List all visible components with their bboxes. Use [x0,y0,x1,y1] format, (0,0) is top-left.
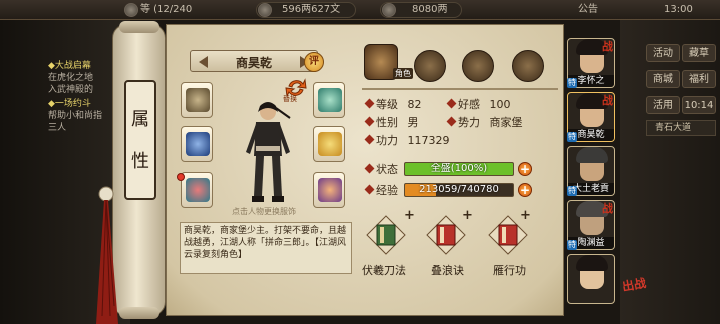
quest-title: 一场约斗 [54,99,91,109]
shop-button[interactable]: 商城 [646,70,680,88]
stat-faction: 势力 商家堡 [446,116,523,130]
gloves-icon [186,88,210,112]
gold-icon [382,3,396,17]
status-label: 状态 [364,163,398,177]
diamond-icon [364,163,375,174]
roster-portrait[interactable] [567,254,615,304]
rarity-badge: 特 [567,132,577,142]
equip-slot-gloves[interactable] [181,82,213,118]
clock: 13:00 [664,4,693,15]
exp-bar: 213059/740780 [404,183,514,197]
taiji-tab-icon[interactable] [462,50,494,82]
boots-icon [318,178,342,202]
event-button[interactable]: 活用 [646,96,680,114]
character-name: 商昊乾 [235,56,272,70]
character-description: 商昊乾，商家堡少主。打架不要命，且越战越勇，江湖人称「拼命三郎」。【江湖风云录复… [180,222,352,274]
equip-slot-boots[interactable] [313,172,345,208]
rarity-badge: 特 [567,186,577,196]
skill-name: 伏羲刀法 [362,264,406,277]
headband-icon [318,88,342,112]
quest-line: 在虎化之地 [48,73,94,83]
evaluate-button[interactable]: 评 [304,52,324,72]
diamond-icon [364,98,375,109]
quest-line: 三人 [48,123,67,133]
diamond-icon [446,98,457,109]
skill-name: 叠浪诀 [431,264,464,277]
outfit-hint: 点击人物更换服饰 [232,207,296,216]
equip-slot-accessory[interactable] [181,172,213,208]
battle-mark: 战 [602,94,613,107]
equip-slot-armor[interactable] [313,126,345,162]
stat-favor: 好感 100 [446,98,511,112]
rarity-badge: 特 [567,240,577,250]
upgrade-dot [177,173,185,181]
scroll-cap-top [119,21,159,33]
coin-icon [258,3,272,17]
meridian-tab-icon[interactable] [512,50,544,82]
stat-power: 功力 117329 [364,134,450,148]
quest-line: 入武神殿的 [48,85,94,95]
quest-line: 帮助小和尚指 [48,111,103,121]
character-tab-badge: 角色 [393,68,413,79]
divider [362,88,558,90]
level-text: 等 (12/240 [140,4,193,15]
skill-book-icon[interactable] [426,215,466,255]
robe-icon [318,132,342,156]
battle-mark: 战 [602,40,613,53]
battle-mark: 战 [602,202,613,215]
rarity-badge: 特 [567,78,577,88]
event-timer: 10:14 [682,96,716,114]
diamond-icon [364,134,375,145]
scroll-tab-icon[interactable] [414,50,446,82]
attr-char-2: 性 [131,151,149,172]
amulet-icon [186,178,210,202]
quest-item[interactable]: ◆大战启幕 在虎化之地 入武神殿的 [48,60,93,96]
exp-label: 经验 [364,184,398,198]
exp-bar-text: 213059/740780 [419,184,499,195]
level-icon [124,3,138,17]
stat-gender: 性别 男 [364,116,419,130]
notice-button[interactable]: 公告 [578,2,598,18]
weapon-icon [186,132,210,156]
equip-slot-weapon[interactable] [181,126,213,162]
character-figure[interactable] [238,96,298,206]
tassel-decoration [96,186,118,324]
quest-item[interactable]: ◆一场约斗 帮助小和尚指 三人 [48,98,102,134]
equip-slot-helmet[interactable] [313,82,345,118]
diamond-icon [446,116,457,127]
quest-title: 大战启幕 [54,61,91,71]
skill-book-icon[interactable] [488,215,528,255]
top-status-bar: 等 (12/240 596两627文 8080两 公告 13:00 [0,0,720,20]
diamond-icon [364,116,375,127]
status-bar: 全盛(100%) [404,162,514,176]
location-banner[interactable]: 青石大道 [646,120,716,136]
restore-status-button[interactable]: + [518,162,532,176]
add-exp-button[interactable]: + [518,183,532,197]
diamond-icon [364,184,375,195]
character-nameplate[interactable]: 商昊乾 [190,50,318,72]
money-value: 596两627文 [282,4,341,15]
skill-name: 雁行功 [493,264,526,277]
attr-char-1: 属 [131,109,149,130]
skill-book-icon[interactable] [366,215,406,255]
scroll-cap-bottom [119,307,159,319]
activity-button[interactable]: 活动 [646,44,680,62]
collect-button[interactable]: 藏草 [682,44,716,62]
welfare-button[interactable]: 福利 [682,70,716,88]
attributes-tab[interactable]: 属 性 [124,80,156,200]
stat-level: 等级 82 [364,98,422,112]
status-bar-text: 全盛(100%) [430,163,488,174]
gold-value: 8080两 [412,4,448,15]
